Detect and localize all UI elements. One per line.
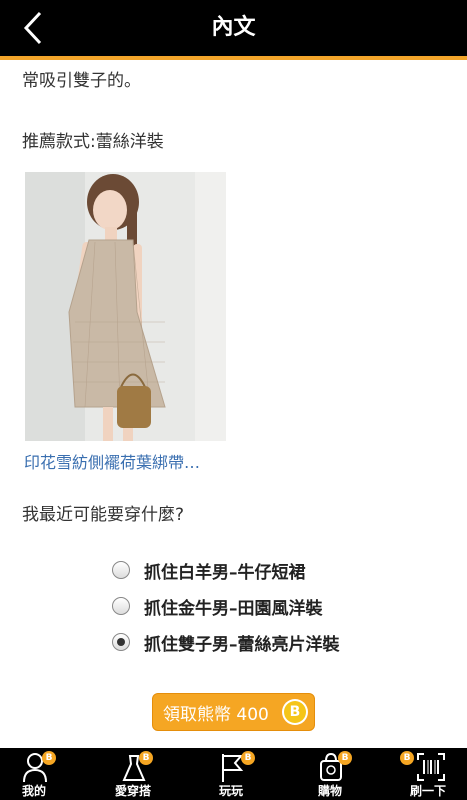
- nav-label: 購物: [317, 784, 342, 798]
- radio-button[interactable]: [112, 561, 130, 579]
- badge: B: [338, 751, 352, 765]
- option-gemini[interactable]: 抓住雙子男–蕾絲亮片洋裝: [112, 627, 412, 657]
- nav-item-play[interactable]: B 玩玩: [201, 748, 261, 800]
- radio-button-selected[interactable]: [112, 633, 130, 651]
- badge: B: [139, 751, 153, 765]
- product-image[interactable]: [25, 172, 226, 441]
- radio-button[interactable]: [112, 597, 130, 615]
- option-label: 抓住金牛男–田園風洋裝: [144, 598, 323, 619]
- nav-item-scan[interactable]: B 刷一下: [398, 748, 458, 800]
- product-link[interactable]: 印花雪紡側襬荷葉綁帶…: [24, 449, 200, 473]
- option-aries[interactable]: 抓住白羊男–牛仔短裙: [112, 555, 412, 585]
- top-bar: 內文: [0, 0, 467, 56]
- question-text: 我最近可能要穿什麼?: [22, 505, 185, 525]
- claim-coins-button[interactable]: 領取熊幣 400 B: [152, 693, 315, 731]
- option-label: 抓住白羊男–牛仔短裙: [144, 562, 306, 583]
- badge: B: [400, 751, 414, 765]
- paragraph-text: 常吸引雙子的。: [22, 71, 141, 91]
- nav-label: 刷一下: [409, 784, 446, 798]
- nav-item-outfit[interactable]: B 愛穿搭: [103, 748, 163, 800]
- nav-label: 愛穿搭: [114, 784, 151, 798]
- option-taurus[interactable]: 抓住金牛男–田園風洋裝: [112, 591, 412, 621]
- nav-item-shopping[interactable]: B 購物: [300, 748, 360, 800]
- nav-item-mine[interactable]: B 我的: [4, 748, 64, 800]
- badge: B: [241, 751, 255, 765]
- dress-photo: [25, 172, 226, 441]
- badge: B: [42, 751, 56, 765]
- recommend-label: 推薦款式:蕾絲洋裝: [22, 132, 164, 152]
- nav-label: 我的: [21, 784, 46, 798]
- option-label: 抓住雙子男–蕾絲亮片洋裝: [144, 634, 340, 655]
- bottom-nav: B 我的 B 愛穿搭 B 玩玩 B 購物 B 刷一下: [0, 748, 467, 800]
- barcode-scan-icon: [417, 753, 445, 781]
- page-title: 內文: [211, 15, 256, 40]
- coin-icon: B: [282, 699, 308, 725]
- header-divider: [0, 56, 467, 60]
- claim-button-label: 領取熊幣 400: [163, 704, 269, 725]
- nav-label: 玩玩: [218, 784, 243, 798]
